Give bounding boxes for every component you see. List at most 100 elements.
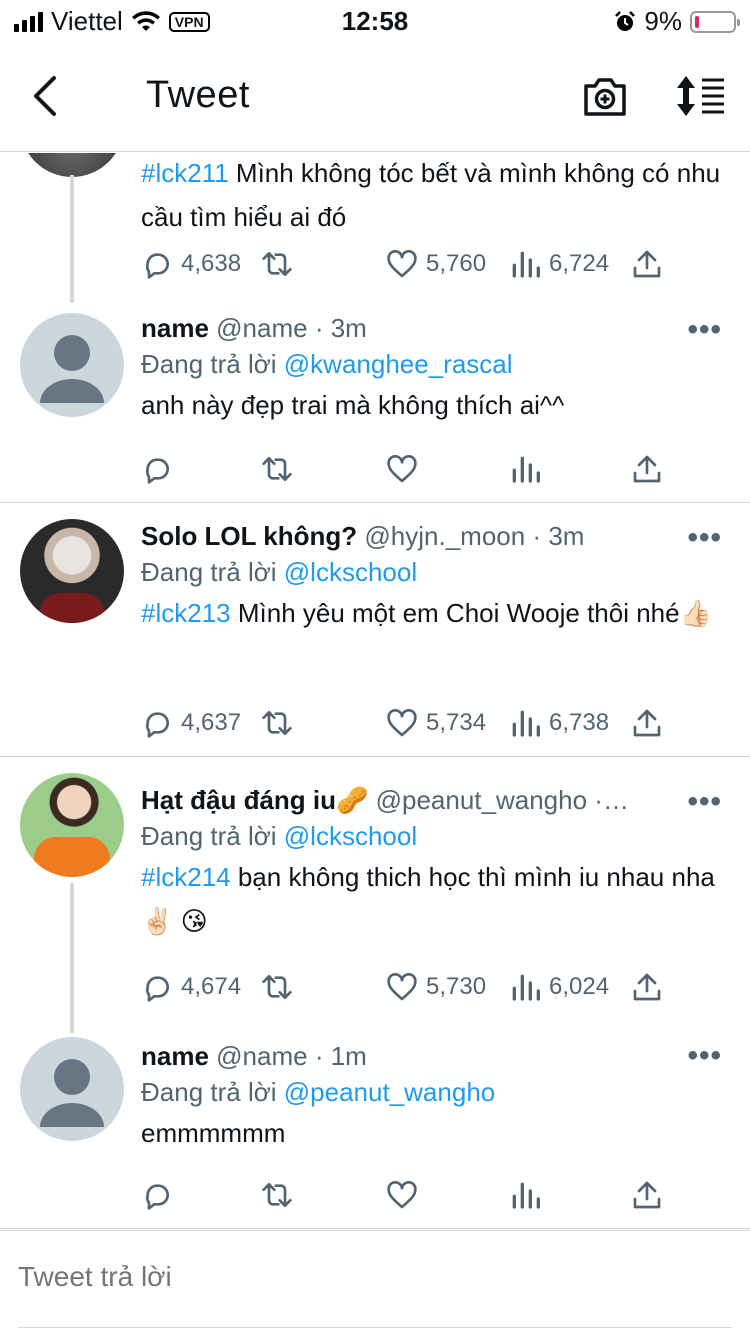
tweet-item[interactable]: Solo LOL không? @hyjn._moon · 3m Đang tr… xyxy=(0,503,750,757)
mention-link[interactable]: @peanut_wangho xyxy=(284,1077,495,1107)
shirt-orange xyxy=(34,837,110,877)
tweet-actions: 4,638 5,760 6,724 xyxy=(141,244,681,284)
share-button[interactable] xyxy=(631,703,663,743)
retweet-button[interactable] xyxy=(261,244,293,284)
avatar[interactable] xyxy=(20,313,124,417)
tweet-header: name @name · 3m xyxy=(141,311,730,345)
camera-plus-icon[interactable] xyxy=(582,74,628,118)
more-options-button[interactable]: ••• xyxy=(687,1039,722,1073)
views-button[interactable] xyxy=(509,1175,541,1215)
views-icon xyxy=(512,1182,540,1209)
like-button[interactable] xyxy=(386,449,418,489)
reply-composer xyxy=(0,1230,750,1334)
user-handle[interactable]: @peanut_wangho xyxy=(376,785,587,815)
tweet-actions: 4,674 5,730 6,024 xyxy=(141,967,681,1007)
like-icon xyxy=(387,973,417,1001)
share-button[interactable] xyxy=(631,449,663,489)
thread-line xyxy=(70,883,74,1033)
reply-icon xyxy=(145,253,169,279)
avatar[interactable] xyxy=(20,153,124,177)
like-button[interactable]: 5,734 xyxy=(386,703,486,743)
retweet-button[interactable] xyxy=(261,449,293,489)
back-arrow-icon[interactable] xyxy=(26,74,66,118)
views-button[interactable]: 6,738 xyxy=(509,703,609,743)
avatar[interactable] xyxy=(20,773,124,877)
nav-header: Tweet xyxy=(0,40,750,152)
views-icon xyxy=(512,974,540,1001)
views-button[interactable]: 6,024 xyxy=(509,967,609,1007)
tweet-actions xyxy=(141,1175,681,1215)
tweet-header: Solo LOL không? @hyjn._moon · 3m xyxy=(141,519,730,553)
retweet-icon xyxy=(262,1183,292,1207)
display-name[interactable]: Solo LOL không? xyxy=(141,521,357,551)
hashtag-link[interactable]: #lck211 xyxy=(141,158,229,188)
reply-button[interactable]: 4,638 xyxy=(141,244,241,284)
views-button[interactable] xyxy=(509,449,541,489)
tweet-item[interactable]: name @name · 1m Đang trả lời @peanut_wan… xyxy=(0,1033,750,1229)
sort-icon[interactable] xyxy=(676,74,726,118)
share-icon xyxy=(633,250,661,278)
battery-icon xyxy=(690,10,740,33)
more-options-button[interactable]: ••• xyxy=(687,785,722,819)
more-options-button[interactable]: ••• xyxy=(687,313,722,347)
retweet-button[interactable] xyxy=(261,1175,293,1215)
tweet-actions: 4,637 5,734 6,738 xyxy=(141,703,681,743)
reply-input[interactable] xyxy=(18,1261,718,1293)
retweet-icon xyxy=(262,711,292,735)
tweet-thread: #lck211 Mình không tóc bết và mình không… xyxy=(0,153,750,1229)
battery-percent: 9% xyxy=(644,6,682,36)
tweet-header: name @name · 1m xyxy=(141,1039,730,1073)
alarm-icon xyxy=(615,10,636,31)
user-handle[interactable]: @name xyxy=(216,1041,307,1071)
reply-icon xyxy=(145,976,169,1002)
tweet-header: Hạt đậu đáng iu🥜 @peanut_wangho ·… xyxy=(141,783,730,817)
reply-button[interactable]: 4,637 xyxy=(141,703,241,743)
share-button[interactable] xyxy=(631,967,663,1007)
like-icon xyxy=(387,709,417,737)
tweet-time: · 1m xyxy=(314,1041,367,1071)
retweet-button[interactable] xyxy=(261,967,293,1007)
thread-line xyxy=(70,175,74,303)
tweet-item[interactable]: #lck211 Mình không tóc bết và mình không… xyxy=(0,153,750,303)
views-button[interactable]: 6,724 xyxy=(509,244,609,284)
more-options-button[interactable]: ••• xyxy=(687,521,722,555)
display-name[interactable]: name xyxy=(141,1041,209,1071)
share-icon xyxy=(633,709,661,737)
views-icon xyxy=(512,456,540,483)
retweet-icon xyxy=(262,457,292,481)
tweet-body: anh này đẹp trai mà không thích ai^^ xyxy=(141,390,565,420)
retweet-button[interactable] xyxy=(261,703,293,743)
hashtag-link[interactable]: #lck214 xyxy=(141,862,231,892)
tweet-item[interactable]: Hạt đậu đáng iu🥜 @peanut_wangho ·… Đang … xyxy=(0,757,750,1033)
user-handle[interactable]: @hyjn._moon xyxy=(364,521,525,551)
like-button[interactable]: 5,730 xyxy=(386,967,486,1007)
tweet-time: ·… xyxy=(594,785,629,815)
replying-to: Đang trả lời @peanut_wangho xyxy=(141,1077,496,1107)
like-icon xyxy=(387,1181,417,1209)
avatar[interactable] xyxy=(20,519,124,623)
reply-button[interactable] xyxy=(141,449,173,489)
hashtag-link[interactable]: #lck213 xyxy=(141,598,231,628)
like-button[interactable] xyxy=(386,1175,418,1215)
mention-link[interactable]: @kwanghee_rascal xyxy=(284,349,513,379)
display-name[interactable]: name xyxy=(141,313,209,343)
reply-button[interactable]: 4,674 xyxy=(141,967,241,1007)
share-icon xyxy=(633,973,661,1001)
mention-link[interactable]: @lckschool xyxy=(284,557,417,587)
shirt-red xyxy=(40,593,104,623)
reply-icon xyxy=(145,458,169,484)
user-handle[interactable]: @name xyxy=(216,313,307,343)
avatar[interactable] xyxy=(20,1037,124,1141)
share-button[interactable] xyxy=(631,1175,663,1215)
reply-underline xyxy=(18,1327,732,1328)
reply-icon xyxy=(145,1184,169,1210)
display-name[interactable]: Hạt đậu đáng iu🥜 xyxy=(141,785,368,815)
reply-button[interactable] xyxy=(141,1175,173,1215)
page-title: Tweet xyxy=(146,74,250,116)
share-button[interactable] xyxy=(631,244,663,284)
mention-link[interactable]: @lckschool xyxy=(284,821,417,851)
tweet-body: #lck211 Mình không tóc bết và mình không… xyxy=(141,158,721,232)
tweet-time: · 3m xyxy=(532,521,585,551)
like-button[interactable]: 5,760 xyxy=(386,244,486,284)
tweet-item[interactable]: name @name · 3m Đang trả lời @kwanghee_r… xyxy=(0,303,750,503)
